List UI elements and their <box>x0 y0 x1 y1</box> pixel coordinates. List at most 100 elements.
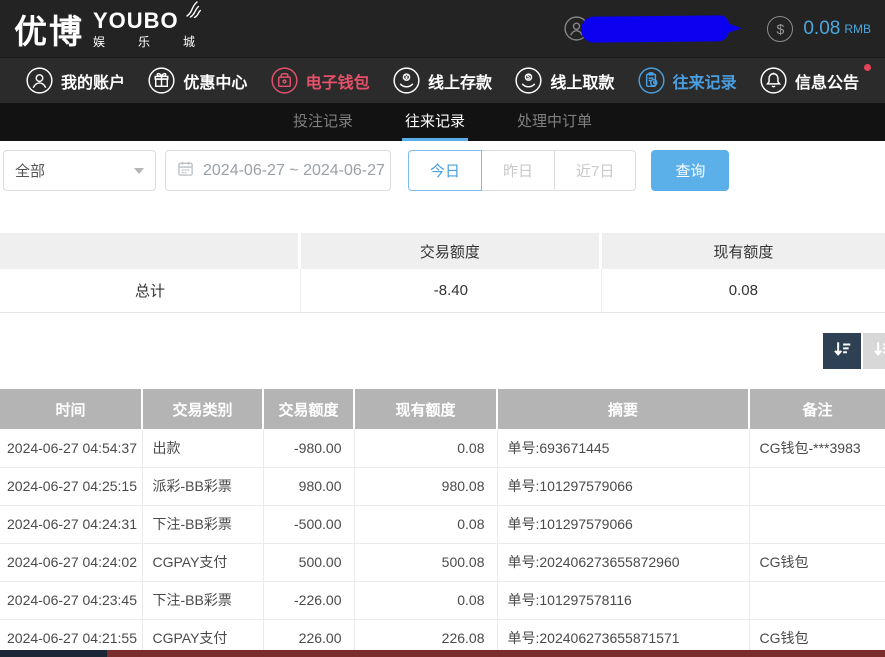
table-cell: 单号:101297578116 <box>497 581 749 619</box>
summary-total-transaction: -8.40 <box>301 269 602 312</box>
table-cell: 0.08 <box>354 429 497 467</box>
table-cell: 2024-06-27 04:54:37 <box>0 429 142 467</box>
sort-descending-icon <box>831 339 853 364</box>
category-dropdown-value: 全部 <box>15 160 45 181</box>
table-cell: -980.00 <box>263 429 354 467</box>
top-header: 优博 YOUBO 娱乐城 $ 0.08 RMB <box>0 0 885 57</box>
table-cell: -226.00 <box>263 581 354 619</box>
summary-header-empty <box>0 233 301 269</box>
nav-item-label: 信息公告 <box>795 69 859 93</box>
table-cell: -500.00 <box>263 505 354 543</box>
table-cell: 500.08 <box>354 543 497 581</box>
nav-item-deposit[interactable]: ¥ 线上存款 <box>393 67 492 94</box>
tab-label: 处理中订单 <box>517 110 592 131</box>
table-cell: 单号:202406273655872960 <box>497 543 749 581</box>
table-cell: 2024-06-27 04:23:45 <box>0 581 142 619</box>
summary-total-row: 总计 -8.40 0.08 <box>0 269 885 313</box>
balance-currency: RMB <box>844 22 871 36</box>
logo-right: YOUBO 娱乐城 <box>93 10 195 50</box>
table-cell <box>749 505 885 543</box>
nav-item-my-account[interactable]: 我的账户 <box>26 67 125 94</box>
nav-item-label: 往来记录 <box>673 69 737 93</box>
tab-processing-orders[interactable]: 处理中订单 <box>514 103 595 141</box>
table-cell: 下注-BB彩票 <box>142 581 263 619</box>
date-range-input[interactable]: 2024-06-27 ~ 2024-06-27 <box>165 150 391 191</box>
records-table-head: 时间 交易类别 交易额度 现有额度 摘要 备注 <box>0 389 885 429</box>
table-row: 2024-06-27 04:25:15派彩-BB彩票980.00980.08单号… <box>0 467 885 505</box>
summary-header-balance: 现有额度 <box>602 233 885 269</box>
date-range-value: 2024-06-27 ~ 2024-06-27 <box>203 162 385 180</box>
balance-amount: 0.08 <box>803 18 840 40</box>
table-row: 2024-06-27 04:24:02CGPAY支付500.00500.08单号… <box>0 543 885 581</box>
footer-strip <box>0 650 885 657</box>
logo-sub-text: 娱乐城 <box>93 33 195 50</box>
footer-strip-navy <box>0 650 107 657</box>
wallet-icon <box>271 67 298 94</box>
category-dropdown[interactable]: 全部 <box>3 150 156 191</box>
flame-icon <box>185 1 201 18</box>
last7days-button[interactable]: 近7日 <box>554 150 636 191</box>
quick-date-buttons: 今日 昨日 近7日 <box>408 150 636 191</box>
table-row: 2024-06-27 04:54:37出款-980.000.08单号:69367… <box>0 429 885 467</box>
table-cell: 单号:101297579066 <box>497 505 749 543</box>
subnav: 投注记录 往来记录 处理中订单 <box>0 103 885 141</box>
table-cell <box>749 467 885 505</box>
yesterday-button[interactable]: 昨日 <box>481 150 555 191</box>
col-header-remarks: 备注 <box>749 389 885 429</box>
footer-strip-maroon <box>107 650 885 657</box>
col-header-balance: 现有额度 <box>354 389 497 429</box>
summary-table: 交易额度 现有额度 总计 -8.40 0.08 <box>0 233 885 313</box>
sort-ascending-icon <box>871 339 885 364</box>
table-cell: 2024-06-27 04:24:02 <box>0 543 142 581</box>
dollar-icon: $ <box>767 16 793 42</box>
filter-bar: 全部 2024-06-27 ~ 2024-06-27 今日 昨日 近7日 查询 <box>3 150 885 191</box>
tab-transaction-records[interactable]: 往来记录 <box>402 103 468 141</box>
notification-badge-dot <box>864 64 871 71</box>
nav-item-announcements[interactable]: 信息公告 <box>760 67 859 94</box>
table-cell: 单号:693671445 <box>497 429 749 467</box>
sort-ascending-button[interactable] <box>863 333 885 369</box>
col-header-amount: 交易额度 <box>263 389 354 429</box>
nav-item-records[interactable]: 往来记录 <box>638 67 737 94</box>
nav-item-label: 线上取款 <box>550 69 614 93</box>
header-right: $ 0.08 RMB <box>564 16 871 42</box>
nav-item-label: 线上存款 <box>428 69 492 93</box>
table-cell: CG钱包 <box>749 543 885 581</box>
nav-item-label: 我的账户 <box>61 69 125 93</box>
table-cell: 下注-BB彩票 <box>142 505 263 543</box>
logo[interactable]: 优博 YOUBO 娱乐城 <box>14 5 195 53</box>
logo-en-text: YOUBO <box>93 10 195 32</box>
table-row: 2024-06-27 04:24:31下注-BB彩票-500.000.08单号:… <box>0 505 885 543</box>
table-cell: CGPAY支付 <box>142 543 263 581</box>
col-header-time: 时间 <box>0 389 142 429</box>
table-cell: CG钱包-***3983 <box>749 429 885 467</box>
summary-header-transaction: 交易额度 <box>301 233 602 269</box>
table-cell: 980.00 <box>263 467 354 505</box>
today-button[interactable]: 今日 <box>408 150 482 191</box>
app: 优博 YOUBO 娱乐城 $ 0.08 RMB <box>0 0 885 657</box>
query-button[interactable]: 查询 <box>651 150 729 191</box>
main-nav: 我的账户 优惠中心 电子钱包 <box>0 57 885 103</box>
balance-display[interactable]: $ 0.08 RMB <box>767 16 871 42</box>
table-row: 2024-06-27 04:23:45下注-BB彩票-226.000.08单号:… <box>0 581 885 619</box>
gift-icon <box>148 67 175 94</box>
table-cell: 单号:101297579066 <box>497 467 749 505</box>
sort-descending-button[interactable] <box>823 333 861 369</box>
nav-item-label: 电子钱包 <box>306 69 370 93</box>
nav-item-ewallet[interactable]: 电子钱包 <box>271 67 370 94</box>
table-cell: 派彩-BB彩票 <box>142 467 263 505</box>
summary-total-label: 总计 <box>0 269 301 312</box>
table-cell <box>749 581 885 619</box>
records-tbody: 2024-06-27 04:54:37出款-980.000.08单号:69367… <box>0 429 885 657</box>
summary-total-balance: 0.08 <box>602 269 885 312</box>
chevron-down-icon <box>134 168 144 174</box>
records-icon <box>638 67 665 94</box>
nav-item-withdraw[interactable]: $ 线上取款 <box>515 67 614 94</box>
username-redacted[interactable] <box>581 15 729 43</box>
deposit-icon: ¥ <box>393 67 420 94</box>
table-cell: 980.08 <box>354 467 497 505</box>
logo-cn-text: 优博 <box>14 5 84 53</box>
nav-item-promotions[interactable]: 优惠中心 <box>148 67 247 94</box>
withdraw-icon: $ <box>515 67 542 94</box>
tab-betting-records[interactable]: 投注记录 <box>290 103 356 141</box>
